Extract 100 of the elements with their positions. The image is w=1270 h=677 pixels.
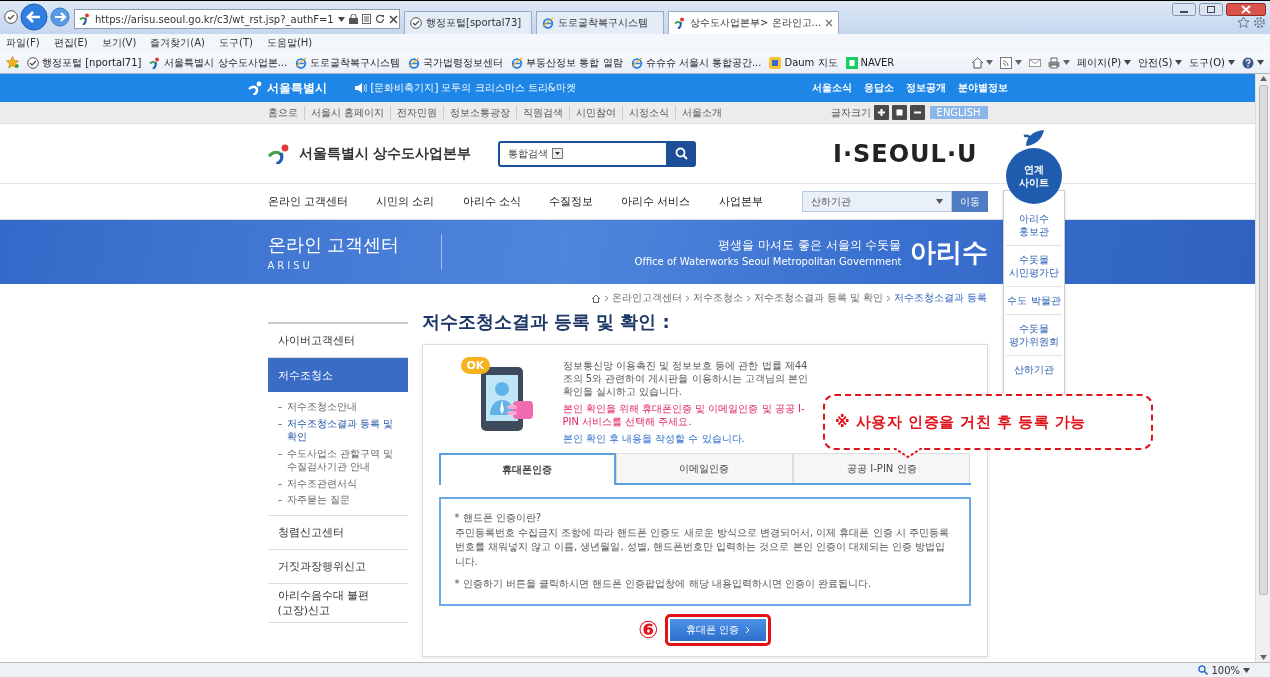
related-site-link[interactable]: 수돗물 평가위원회 — [1006, 315, 1062, 356]
scrollbar-thumb[interactable] — [1258, 85, 1268, 595]
command-menu[interactable]: 안전(S) — [1138, 55, 1183, 70]
home-icon[interactable] — [971, 56, 984, 69]
menu-item[interactable]: 도움말(H) — [266, 36, 313, 50]
help-icon[interactable] — [1242, 56, 1254, 69]
notice-text: 본인 확인을 위해 휴대폰인증 및 이메일인증 및 공공 I-PIN 서비스를 선택해 주세요. — [562, 402, 806, 428]
top-link[interactable]: 분야별정보 — [957, 81, 1008, 95]
go-button[interactable]: 이동 — [951, 191, 988, 212]
mail-icon[interactable] — [1029, 56, 1042, 69]
command-menu[interactable]: 페이지(P) — [1077, 55, 1132, 70]
nav-item[interactable]: 사업본부 — [718, 194, 763, 209]
sidebar-subitem[interactable]: 저수조관련서식 — [286, 476, 357, 490]
close-icon[interactable] — [825, 19, 834, 27]
settings-icon[interactable] — [1253, 16, 1266, 29]
top-link[interactable]: 응답소 — [863, 81, 894, 95]
auth-tab[interactable]: 이메일인증 — [615, 453, 794, 483]
related-site-link[interactable]: 수도 박물관 — [1006, 287, 1062, 315]
breadcrumb-link[interactable]: 저수조청소결과 등록 — [894, 291, 988, 305]
sidebar-item[interactable]: 아리수음수대 불편(고장)신고 — [267, 583, 408, 623]
favorite-link[interactable]: NAVER — [845, 56, 895, 69]
sidebar-subitem[interactable]: 수도사업소 관할구역 및 수질검사기관 안내 — [286, 446, 398, 474]
sidebar-item[interactable]: 저수조청소 — [267, 358, 408, 392]
site-logo[interactable]: 서울특별시 — [247, 79, 327, 97]
brand-logo: 아리수 — [909, 235, 988, 269]
refresh-icon[interactable] — [374, 14, 385, 24]
nav-item[interactable]: 아리수 소식 — [462, 194, 521, 209]
phone-auth-button[interactable]: 휴대폰 인증 — [669, 618, 766, 641]
home-icon[interactable] — [590, 293, 601, 303]
menu-item[interactable]: 즐겨찾기(A) — [150, 36, 205, 50]
feed-icon[interactable] — [1000, 56, 1013, 69]
breadcrumb-link[interactable]: 저수조청소 — [692, 291, 743, 305]
dropdown-icon[interactable] — [551, 148, 563, 159]
auth-tab[interactable]: 공공 I-PIN 인증 — [793, 453, 971, 483]
favorite-link[interactable]: 행정포털 [nportal71] — [27, 55, 142, 70]
related-site-link[interactable]: 산하기관 — [1006, 356, 1062, 383]
browser-tab[interactable]: 도로굴착복구시스템 — [536, 11, 664, 34]
address-bar[interactable]: https://arisu.seoul.go.kr/c3/wt_rst.jsp?_authF=1 — [74, 9, 400, 29]
utility-link[interactable]: 정보소통광장 — [442, 105, 516, 120]
step-number: ⑥ — [638, 617, 659, 642]
search-field[interactable]: 통합검색 — [497, 140, 668, 167]
utility-link[interactable]: 전자민원 — [389, 105, 443, 120]
auth-tab[interactable]: 휴대폰인증 — [438, 453, 616, 485]
breadcrumb-link[interactable]: 온라인고객센터 — [611, 291, 682, 305]
forward-button-icon[interactable] — [50, 7, 70, 27]
sidebar-item[interactable]: 거짓과장행위신고 — [267, 549, 408, 584]
utility-link[interactable]: 서울소개 — [674, 105, 728, 120]
reset-size-icon[interactable] — [891, 105, 907, 120]
favorites-star-icon[interactable] — [6, 56, 19, 69]
utility-link[interactable]: 서울시 홈페이지 — [303, 105, 390, 120]
scroll-up-icon[interactable] — [1259, 76, 1267, 81]
star-icon[interactable] — [1237, 16, 1250, 29]
sidebar-subitem[interactable]: 자주묻는 질문 — [286, 493, 350, 507]
browser-tab[interactable]: 상수도사업본부> 온라인고... — [668, 11, 840, 34]
scroll-down-icon[interactable] — [1259, 655, 1267, 660]
utility-link[interactable]: 직원검색 — [515, 105, 569, 120]
utility-link[interactable]: 시민참여 — [568, 105, 622, 120]
related-site-link[interactable]: 아리수 홍보관 — [1006, 205, 1062, 246]
breadcrumb-link[interactable]: 저수조청소결과 등록 및 확인 — [753, 291, 884, 305]
favorite-link[interactable]: 국가법령정보센터 — [408, 55, 504, 70]
zoom-in-icon[interactable] — [873, 105, 889, 120]
sidebar-subitem[interactable]: 저수조청소결과 등록 및 확인 — [286, 416, 398, 444]
minimize-icon[interactable] — [1172, 3, 1196, 16]
compatibility-icon[interactable] — [361, 14, 371, 24]
notice-link[interactable]: [문화비축기지] 모두의 크리스마스 트리&마켓 — [354, 81, 576, 95]
sidebar-item[interactable]: 청렴신고센터 — [267, 515, 408, 550]
favorite-link[interactable]: 도로굴착복구시스템 — [295, 55, 401, 70]
naver-icon — [845, 56, 858, 69]
restore-icon[interactable] — [1199, 3, 1223, 16]
nav-item[interactable]: 온라인 고객센터 — [267, 194, 348, 209]
close-icon[interactable] — [1226, 3, 1266, 16]
menu-item[interactable]: 편집(E) — [53, 36, 88, 50]
agency-select[interactable]: 산하기관 — [801, 191, 952, 212]
related-site-link[interactable]: 수돗물 시민평가단 — [1006, 246, 1062, 287]
menu-item[interactable]: 보기(V) — [101, 36, 137, 50]
search-button[interactable] — [667, 140, 696, 167]
top-link[interactable]: 서울소식 — [811, 81, 852, 95]
utility-link[interactable]: 홈으로 — [267, 105, 304, 120]
nav-item[interactable]: 아리수 서비스 — [621, 194, 691, 209]
nav-item[interactable]: 수질정보 — [549, 194, 593, 209]
command-menu[interactable]: 도구(O) — [1189, 55, 1235, 70]
zoom-level[interactable]: 100% — [1198, 664, 1250, 676]
zoom-out-icon[interactable] — [909, 105, 925, 120]
back-button-icon[interactable] — [20, 3, 48, 31]
favorite-link[interactable]: 부동산정보 통합 열람 — [511, 55, 623, 70]
close-icon[interactable] — [388, 14, 398, 24]
browser-tab[interactable]: 행정포털[sportal73] — [404, 11, 532, 34]
top-link[interactable]: 정보공개 — [905, 81, 946, 95]
browser-page-icon — [630, 56, 643, 69]
favorite-link[interactable]: 슈슈슈 서울시 통합공간... — [630, 55, 762, 70]
sidebar-subitem[interactable]: 저수조청소안내 — [286, 400, 357, 414]
menu-item[interactable]: 도구(T) — [219, 36, 253, 50]
site-logo[interactable]: 서울특별시 상수도사업본부 — [267, 143, 498, 164]
favorite-link[interactable]: Daum 지도 — [769, 55, 838, 70]
utility-link[interactable]: 시정소식 — [621, 105, 675, 120]
print-icon[interactable] — [1048, 56, 1061, 69]
favorite-link[interactable]: 서울특별시 상수도사업본... — [149, 55, 288, 70]
banner-subtitle: ARISU — [267, 260, 314, 271]
nav-item[interactable]: 시민의 소리 — [376, 194, 435, 209]
menu-item[interactable]: 파일(F) — [6, 36, 40, 50]
